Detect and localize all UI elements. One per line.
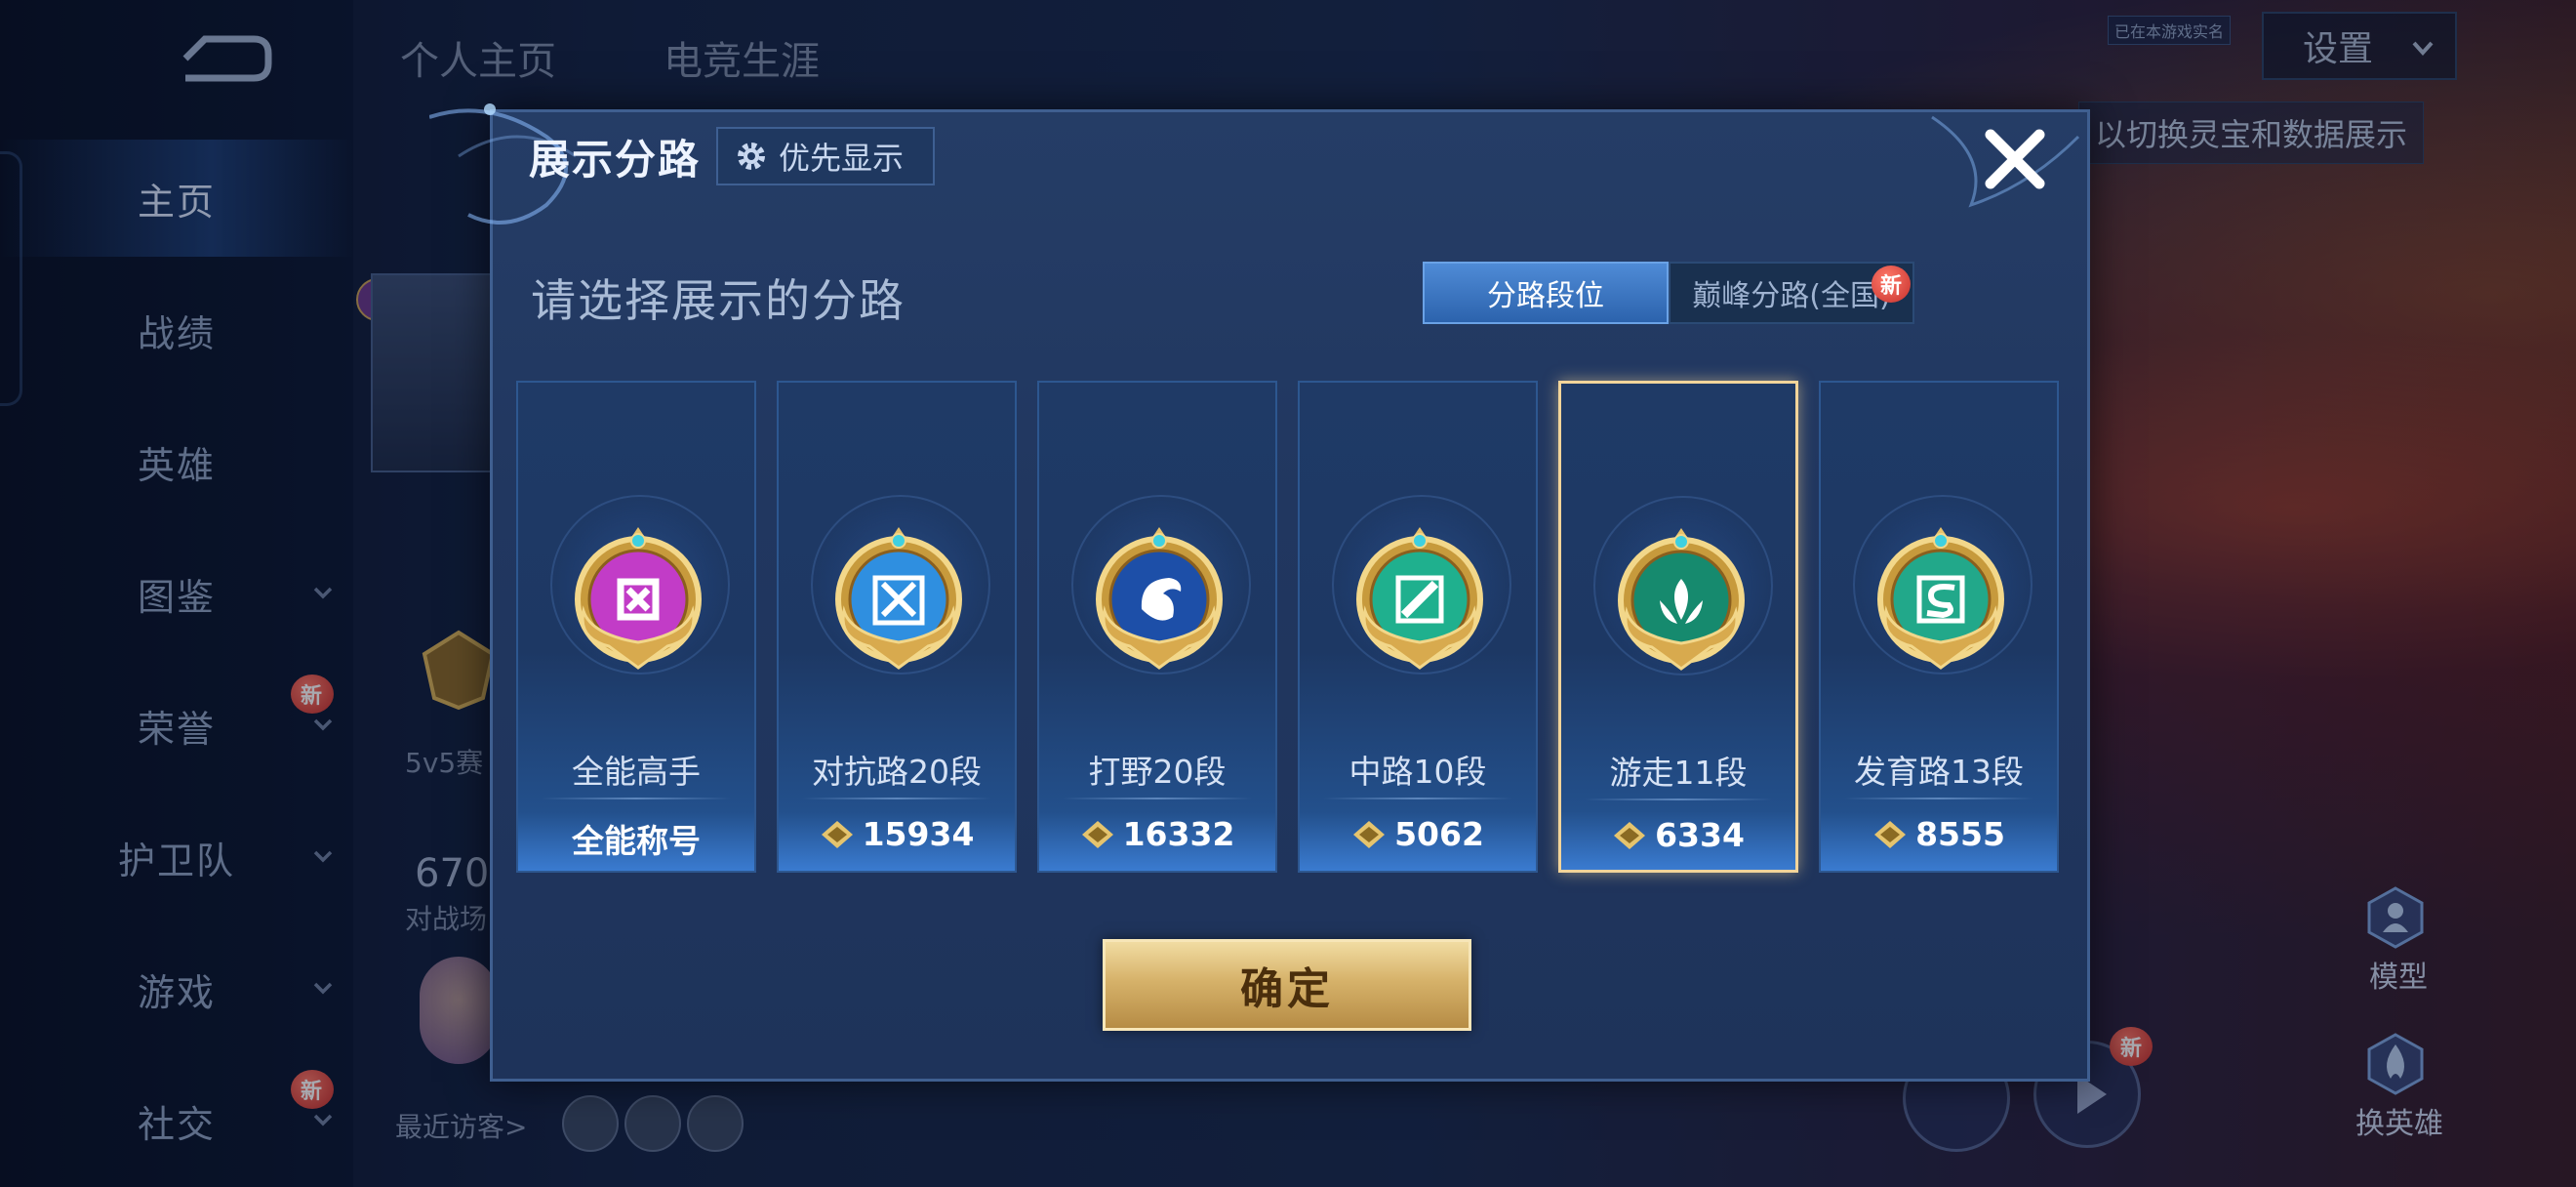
confirm-button[interactable]: 确定 bbox=[1103, 939, 1471, 1031]
lane-name: 中路10段 bbox=[1348, 753, 1487, 791]
lane-score-value: 5062 bbox=[1394, 815, 1484, 853]
lane-score: 5062 bbox=[1300, 815, 1536, 853]
dialog-subtitle: 请选择展示的分路 bbox=[531, 274, 906, 327]
lane-name: 全能高手 bbox=[572, 753, 701, 791]
score-icon bbox=[821, 820, 853, 848]
lane-badge-icon bbox=[1618, 528, 1745, 671]
lane-score: 6334 bbox=[1561, 816, 1795, 854]
lane-name: 打野20段 bbox=[1088, 753, 1227, 791]
lane-score-value: 8555 bbox=[1915, 815, 2005, 853]
score-icon bbox=[1081, 820, 1113, 848]
score-icon bbox=[1353, 820, 1386, 848]
lane-name: 对抗路20段 bbox=[812, 753, 982, 791]
card-divider bbox=[1323, 798, 1512, 799]
card-divider bbox=[542, 798, 731, 799]
score-icon bbox=[1614, 821, 1646, 849]
lane-badge-icon bbox=[575, 527, 702, 670]
lane-badge-icon bbox=[1096, 527, 1223, 670]
lane-card[interactable]: 对抗路20段 15934 bbox=[777, 381, 1017, 873]
card-divider bbox=[1585, 798, 1772, 800]
lane-badge-icon bbox=[1877, 527, 2004, 670]
lane-score: 15934 bbox=[779, 815, 1015, 853]
card-divider bbox=[1063, 798, 1252, 799]
gear-icon bbox=[738, 143, 765, 170]
lane-score: 全能称号 bbox=[518, 815, 754, 862]
close-icon[interactable] bbox=[1981, 125, 2049, 193]
dialog-title: 展示分路 bbox=[529, 136, 702, 184]
lane-card[interactable]: 游走11段 6334 bbox=[1558, 381, 1798, 873]
lane-badge-icon bbox=[835, 527, 962, 670]
lane-score: 16332 bbox=[1039, 815, 1275, 853]
lane-card[interactable]: 全能高手 全能称号 bbox=[516, 381, 756, 873]
lane-card[interactable]: 中路10段 5062 bbox=[1298, 381, 1538, 873]
priority-display-label: 优先显示 bbox=[779, 140, 905, 177]
lane-score-value: 全能称号 bbox=[572, 822, 701, 860]
score-icon bbox=[1874, 820, 1907, 848]
lane-score-value: 6334 bbox=[1655, 816, 1745, 854]
new-badge: 新 bbox=[1872, 266, 1911, 303]
lane-score: 8555 bbox=[1821, 815, 2057, 853]
tab-lane-rank[interactable]: 分路段位 bbox=[1423, 262, 1669, 324]
lane-badge-icon bbox=[1356, 527, 1483, 670]
priority-display-button[interactable]: 优先显示 bbox=[716, 127, 935, 185]
card-divider bbox=[1844, 798, 2033, 799]
lane-score-value: 16332 bbox=[1122, 815, 1235, 853]
lane-card[interactable]: 打野20段 16332 bbox=[1037, 381, 1277, 873]
lane-name: 游走11段 bbox=[1609, 754, 1748, 792]
lane-name: 发育路13段 bbox=[1854, 753, 2024, 791]
card-divider bbox=[802, 798, 991, 799]
lane-score-value: 15934 bbox=[862, 815, 975, 853]
lane-card[interactable]: 发育路13段 8555 bbox=[1819, 381, 2059, 873]
